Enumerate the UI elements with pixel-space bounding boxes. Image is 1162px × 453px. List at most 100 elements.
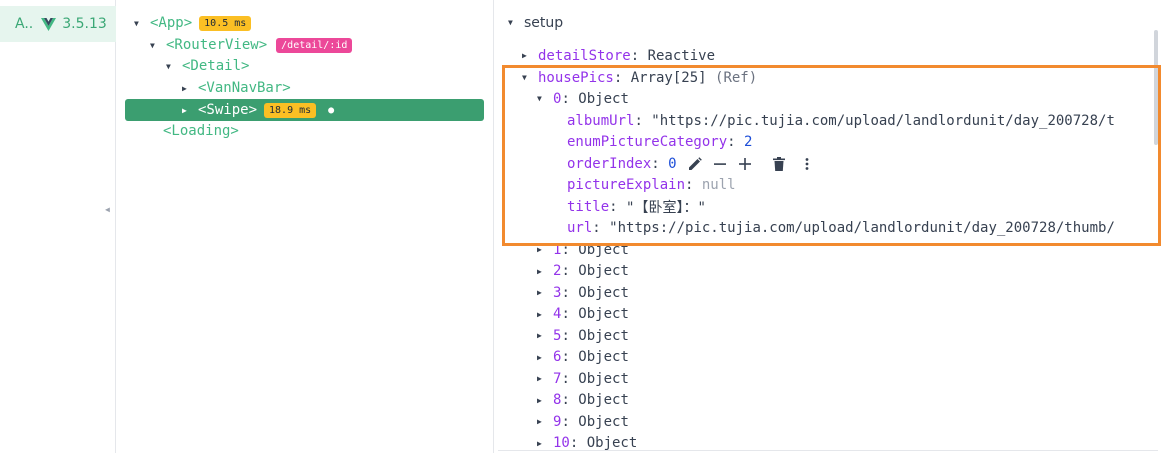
expand-triangle-icon[interactable]: ▶ <box>537 396 547 405</box>
item-type: Object <box>578 284 629 301</box>
prop-detailstore[interactable]: ▶ detailStore: Reactive <box>522 45 715 66</box>
array-item[interactable]: ▶ 5: Object <box>537 325 629 346</box>
field-key: orderIndex <box>567 155 652 172</box>
prop-housepics[interactable]: ▼ housePics: Array[25] (Ref) <box>522 67 757 88</box>
field-value: 2 <box>744 133 753 150</box>
array-item[interactable]: ▶ 3: Object <box>537 282 629 303</box>
array-item-0[interactable]: ▼ 0: Object <box>537 88 629 109</box>
array-item[interactable]: ▶ 9: Object <box>537 411 629 432</box>
ref-label: (Ref) <box>715 69 758 86</box>
tree-node-detail[interactable]: ▼ <Detail> <box>166 56 249 76</box>
prop-key: detailStore <box>538 47 631 64</box>
more-vertical-icon[interactable] <box>799 156 815 172</box>
tree-node-label: <App> <box>150 15 193 31</box>
minus-icon[interactable] <box>712 156 728 172</box>
item-index: 6 <box>553 349 562 365</box>
array-item[interactable]: ▶ 7: Object <box>537 368 629 389</box>
item-type: Object <box>578 263 629 279</box>
field-value: 0 <box>668 155 677 172</box>
field-title[interactable]: title: "【卧室】：" <box>567 196 706 217</box>
expand-triangle-icon[interactable]: ▶ <box>182 84 192 93</box>
section-title: setup <box>524 14 564 31</box>
expand-triangle-icon[interactable]: ▶ <box>537 267 547 276</box>
field-key: albumUrl <box>567 112 635 129</box>
tree-node-label: <Swipe> <box>198 102 258 118</box>
prop-key: housePics <box>538 69 614 86</box>
field-value: null <box>701 176 736 193</box>
app-name: A.. <box>15 16 34 32</box>
field-key: enumPictureCategory <box>567 133 728 150</box>
pencil-icon[interactable] <box>687 156 703 172</box>
tree-node-swipe[interactable]: ▶ <Swipe> 18.9 ms ● <box>182 100 334 120</box>
tree-node-label: <VanNavBar> <box>198 80 291 96</box>
array-item[interactable]: ▶ 2: Object <box>537 261 629 282</box>
app-selector[interactable]: A.. 3.5.13 <box>0 6 116 42</box>
item-type: Object <box>578 90 629 107</box>
array-item[interactable]: ▶ 8: Object <box>537 390 629 411</box>
app-sidebar: A.. 3.5.13 <box>0 0 116 453</box>
item-type: Object <box>578 241 629 258</box>
tree-node-label: <RouterView> <box>166 37 268 53</box>
divider <box>498 450 1158 451</box>
field-enumpicturecategory[interactable]: enumPictureCategory: 2 <box>567 131 752 152</box>
tree-node-routerview[interactable]: ▼ <RouterView> /detail/:id <box>150 35 353 55</box>
collapse-triangle-icon[interactable]: ▼ <box>166 62 176 71</box>
field-key: title <box>567 198 610 215</box>
item-index: 8 <box>553 392 562 408</box>
collapse-triangle-icon[interactable]: ▼ <box>508 18 518 27</box>
field-url[interactable]: url: "https://pic.tujia.com/upload/landl… <box>567 217 1115 238</box>
render-time-badge: 18.9 ms <box>264 102 317 118</box>
expand-triangle-icon[interactable]: ▶ <box>537 245 547 254</box>
state-inspector: ▼ setup ▶ detailStore: Reactive ▼ houseP… <box>494 0 1162 453</box>
tree-node-app[interactable]: ▼ <App> 10.5 ms <box>134 13 252 33</box>
item-index: 9 <box>553 413 562 430</box>
collapse-triangle-icon[interactable]: ▼ <box>150 41 160 50</box>
expand-triangle-icon[interactable]: ▶ <box>537 417 547 426</box>
expand-triangle-icon[interactable]: ▶ <box>182 106 192 115</box>
tree-node-loading[interactable]: <Loading> <box>163 121 239 141</box>
vue-logo-icon <box>41 17 57 31</box>
setup-section-header[interactable]: ▼ setup <box>508 12 563 33</box>
item-index: 7 <box>553 370 562 387</box>
array-item[interactable]: ▶ 6: Object <box>537 347 629 368</box>
route-badge: /detail/:id <box>276 37 353 53</box>
item-index: 10 <box>553 435 570 451</box>
expand-triangle-icon[interactable]: ▶ <box>537 288 547 297</box>
expand-triangle-icon[interactable]: ▶ <box>537 439 547 448</box>
render-time-badge: 10.5 ms <box>199 15 252 31</box>
item-type: Object <box>578 370 629 387</box>
item-index: 3 <box>553 284 562 301</box>
tree-node-vannavbar[interactable]: ▶ <VanNavBar> <box>182 78 291 98</box>
field-albumurl[interactable]: albumUrl: "https://pic.tujia.com/upload/… <box>567 110 1115 131</box>
item-index: 5 <box>553 327 562 344</box>
item-index: 2 <box>553 263 562 279</box>
collapse-triangle-icon[interactable]: ▼ <box>537 94 547 103</box>
plus-icon[interactable] <box>737 156 753 172</box>
expand-triangle-icon[interactable]: ▶ <box>537 310 547 319</box>
item-type: Object <box>586 435 638 451</box>
item-type: Object <box>578 392 629 408</box>
collapse-triangle-icon[interactable]: ▼ <box>134 19 144 28</box>
component-tree: ▼ <App> 10.5 ms ▼ <RouterView> /detail/:… <box>116 0 494 453</box>
collapse-triangle-icon[interactable]: ▼ <box>522 73 532 82</box>
prop-value: Reactive <box>647 47 716 64</box>
prop-value: Array[25] <box>630 69 707 86</box>
field-pictureexplain[interactable]: pictureExplain: null <box>567 174 736 195</box>
item-type: Object <box>578 349 629 365</box>
scrollbar[interactable] <box>1154 30 1158 145</box>
field-orderindex[interactable]: orderIndex: 0 <box>567 153 815 174</box>
expand-triangle-icon[interactable]: ▶ <box>522 51 532 60</box>
array-item[interactable]: ▶ 1: Object <box>537 239 629 260</box>
selected-dot-icon: ● <box>328 104 335 116</box>
expand-triangle-icon[interactable]: ▶ <box>537 374 547 383</box>
chevron-left-icon[interactable]: ◀ <box>105 205 110 214</box>
item-index: 4 <box>553 306 562 322</box>
field-value: "https://pic.tujia.com/upload/landlordun… <box>609 219 1115 236</box>
expand-triangle-icon[interactable]: ▶ <box>537 353 547 362</box>
trash-icon[interactable] <box>771 156 787 172</box>
vue-version: 3.5.13 <box>62 16 107 32</box>
array-item[interactable]: ▶ 4: Object <box>537 304 629 325</box>
item-type: Object <box>578 413 629 430</box>
field-value: "https://pic.tujia.com/upload/landlordun… <box>651 112 1115 129</box>
expand-triangle-icon[interactable]: ▶ <box>537 331 547 340</box>
